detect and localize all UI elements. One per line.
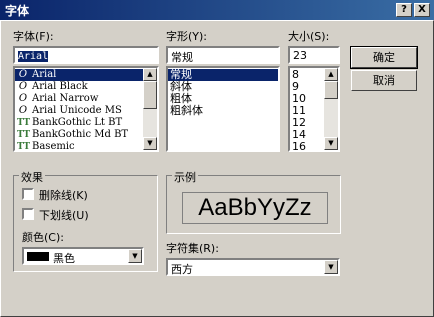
font-list-item[interactable]: O Arial Narrow (15, 93, 143, 105)
scroll-down-icon[interactable]: ▼ (143, 137, 157, 150)
ok-button[interactable]: 确定 (350, 46, 418, 69)
font-name: Arial Unicode MS (32, 105, 122, 116)
size-list[interactable]: 8 9 10 11 12 14 16 ▲ ▼ (288, 66, 340, 152)
size-list-item[interactable]: 16 (290, 141, 324, 151)
style-list-item[interactable]: 粗斜体 (168, 105, 278, 117)
strikeout-checkbox[interactable] (22, 188, 34, 200)
color-select[interactable]: 黑色 ▼ (22, 247, 144, 265)
style-list[interactable]: 常规 斜体 粗体 粗斜体 (166, 66, 280, 152)
chevron-down-icon[interactable]: ▼ (128, 249, 142, 263)
font-list[interactable]: O Arial O Arial Black O Arial Narrow O Arial Un… (13, 66, 159, 152)
underline-label: 下划线(U) (39, 209, 89, 222)
script-value: 西方 (171, 263, 193, 276)
cancel-button[interactable]: 取消 (351, 70, 417, 91)
script-select[interactable]: 西方 ▼ (166, 258, 340, 276)
color-swatch (27, 252, 49, 261)
color-value: 黑色 (53, 252, 75, 265)
font-list-item[interactable]: TT BankGothic Lt BT (15, 117, 143, 129)
size-input-value: 23 (293, 49, 307, 62)
effects-label: 效果 (19, 169, 45, 185)
help-icon: ? (401, 4, 407, 15)
font-name: BankGothic Lt BT (32, 117, 123, 128)
font-label: 字体(F): (13, 30, 54, 43)
underline-checkbox[interactable] (22, 208, 34, 220)
font-list-item[interactable]: O Arial Black (15, 81, 143, 93)
close-button[interactable]: X (414, 3, 430, 17)
font-name: BankGothic Md BT (32, 129, 129, 140)
style-input-value: 常规 (171, 51, 193, 64)
window-title: 字体 (5, 4, 30, 18)
truetype-font-icon: TT (17, 118, 31, 128)
font-name: Arial Narrow (32, 93, 99, 104)
title-bar[interactable]: 字体 ? X (0, 0, 434, 20)
opentype-font-icon: O (18, 93, 28, 104)
opentype-font-icon: O (18, 81, 28, 92)
size-list-scrollbar[interactable]: ▲ ▼ (324, 68, 338, 150)
font-list-scrollbar[interactable]: ▲ ▼ (143, 68, 157, 150)
opentype-font-icon: O (18, 69, 28, 80)
font-list-item[interactable]: TT Basemic (15, 141, 143, 152)
truetype-font-icon: TT (17, 130, 31, 140)
font-list-item[interactable]: O Arial Unicode MS (15, 105, 143, 117)
font-list-item[interactable]: O Arial (15, 69, 143, 81)
scroll-up-icon[interactable]: ▲ (143, 68, 157, 81)
script-label: 字符集(R): (166, 242, 219, 255)
size-input[interactable]: 23 (288, 46, 340, 64)
scroll-down-icon[interactable]: ▼ (324, 137, 338, 150)
scroll-thumb[interactable] (324, 81, 338, 99)
sample-text: AaBbYyZz (182, 192, 328, 224)
font-name: Arial Black (32, 81, 88, 92)
truetype-font-icon: TT (17, 142, 31, 152)
strikeout-label: 删除线(K) (39, 189, 88, 202)
style-input[interactable]: 常规 (166, 46, 280, 64)
size-label: 大小(S): (288, 30, 330, 43)
chevron-down-icon[interactable]: ▼ (324, 260, 338, 274)
scroll-up-icon[interactable]: ▲ (324, 68, 338, 81)
style-label: 字形(Y): (166, 30, 208, 43)
sample-label: 示例 (172, 169, 198, 185)
font-input[interactable]: Arial (13, 46, 159, 64)
color-label: 颜色(C): (22, 231, 64, 244)
font-name: Basemic (32, 141, 75, 152)
scroll-thumb[interactable] (143, 81, 157, 109)
font-input-value: Arial (18, 51, 49, 62)
font-list-item[interactable]: TT BankGothic Md BT (15, 129, 143, 141)
opentype-font-icon: O (18, 105, 28, 116)
close-icon: X (418, 4, 426, 15)
font-name: Arial (32, 69, 57, 80)
help-button[interactable]: ? (396, 3, 412, 17)
